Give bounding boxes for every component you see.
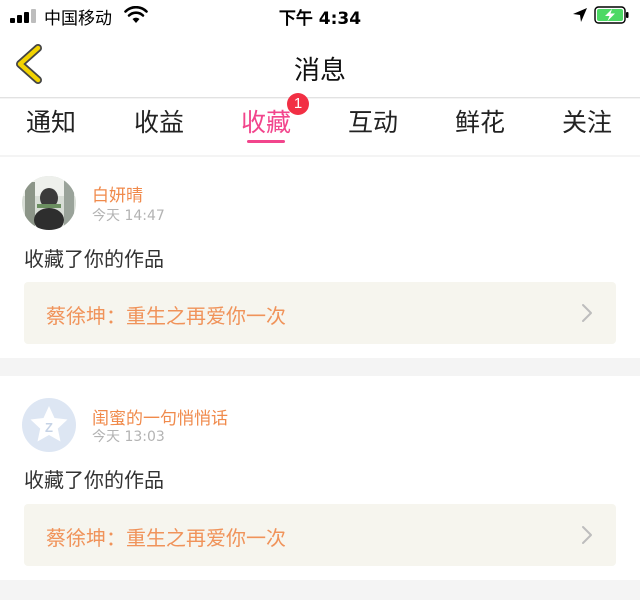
tab-follows[interactable]: 关注 — [542, 103, 632, 149]
work-title: 蔡徐坤：重生之再爱你一次 — [46, 304, 286, 328]
work-link-box[interactable]: 蔡徐坤：重生之再爱你一次 — [24, 504, 616, 566]
chevron-right-icon — [582, 304, 592, 322]
photo-avatar-icon[interactable] — [22, 176, 76, 230]
tab-flowers[interactable]: 鲜花 — [435, 103, 525, 149]
message-card: 白妍晴 今天 14:47 收藏了你的作品 蔡徐坤：重生之再爱你一次 — [0, 157, 640, 358]
tab-label: 关注 — [561, 108, 612, 137]
clock: 下午 4:34 — [278, 9, 362, 29]
message-action-text: 收藏了你的作品 — [24, 468, 164, 492]
tab-label: 收益 — [133, 108, 184, 137]
tab-notifications[interactable]: 通知 — [6, 103, 96, 149]
battery-charging-icon — [594, 6, 629, 24]
message-time: 今天 13:03 — [92, 429, 165, 445]
tab-label: 通知 — [25, 108, 76, 137]
chevron-right-icon — [582, 526, 592, 544]
active-tab-indicator — [247, 140, 285, 143]
message-time: 今天 14:47 — [92, 208, 165, 224]
tab-label: 互动 — [347, 108, 398, 137]
tab-interactions[interactable]: 互动 — [328, 103, 418, 149]
nav-header: 消息 — [0, 30, 640, 98]
page-title: 消息 — [293, 56, 346, 86]
work-link-box[interactable]: 蔡徐坤：重生之再爱你一次 — [24, 282, 616, 344]
status-bar: 中国移动 下午 4:34 — [0, 0, 640, 30]
message-action-text: 收藏了你的作品 — [24, 247, 164, 271]
default-avatar-icon[interactable]: Z — [22, 398, 76, 452]
tab-favorites[interactable]: 收藏 1 — [221, 93, 311, 149]
message-card: Z 闺蜜的一句悄悄话 今天 13:03 收藏了你的作品 蔡徐坤：重生之再爱你一次 — [0, 376, 640, 580]
tab-label: 收藏 — [240, 108, 291, 137]
user-name-link[interactable]: 白妍晴 — [92, 181, 143, 206]
tab-earnings[interactable]: 收益 — [114, 103, 204, 149]
tab-label: 鲜花 — [454, 108, 505, 137]
work-title: 蔡徐坤：重生之再爱你一次 — [46, 526, 286, 550]
svg-text:Z: Z — [45, 420, 53, 435]
tab-bar: 通知 收益 收藏 1 互动 鲜花 关注 — [0, 93, 640, 155]
unread-badge: 1 — [287, 93, 309, 115]
location-arrow-icon — [573, 8, 587, 22]
